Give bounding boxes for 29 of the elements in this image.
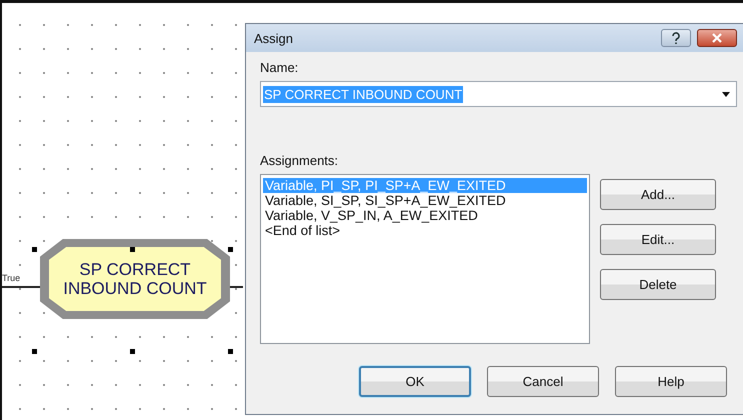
- selection-handle[interactable]: [32, 247, 37, 252]
- field-value: SP CORRECT INBOUND COUNT: [263, 86, 464, 102]
- close-icon: [712, 33, 722, 43]
- connector-line: [2, 286, 42, 288]
- help-button[interactable]: [661, 29, 691, 47]
- close-button[interactable]: [697, 29, 737, 47]
- dialog-button[interactable]: Cancel: [487, 366, 599, 397]
- side-button[interactable]: Add...: [600, 179, 716, 210]
- dropdown-arrow-icon: [722, 92, 730, 96]
- connector-label: True: [2, 273, 20, 283]
- question-icon: [671, 32, 681, 44]
- side-button[interactable]: Edit...: [600, 224, 716, 255]
- selection-handle[interactable]: [228, 247, 233, 252]
- field-label: Name:: [260, 60, 300, 75]
- assign-module[interactable]: SP CORRECT INBOUND COUNT: [40, 239, 230, 319]
- list-item[interactable]: Variable, SI_SP, SI_SP+A_EW_EXITED: [263, 193, 587, 208]
- selection-handle[interactable]: [130, 247, 135, 252]
- side-button[interactable]: Delete: [600, 269, 716, 300]
- list-label: Assignments:: [260, 153, 338, 168]
- selection-handle[interactable]: [228, 349, 233, 354]
- module-label: SP CORRECT INBOUND COUNT: [49, 247, 221, 311]
- list-item[interactable]: <End of list>: [263, 223, 587, 238]
- window-title: Assign: [254, 30, 294, 46]
- selection-handle[interactable]: [32, 349, 37, 354]
- selection-handle[interactable]: [130, 349, 135, 354]
- connector-line: [228, 286, 243, 288]
- dialog-button[interactable]: OK: [359, 366, 471, 397]
- dialog-button[interactable]: Help: [615, 366, 727, 397]
- list-item[interactable]: Variable, V_SP_IN, A_EW_EXITED: [263, 208, 587, 223]
